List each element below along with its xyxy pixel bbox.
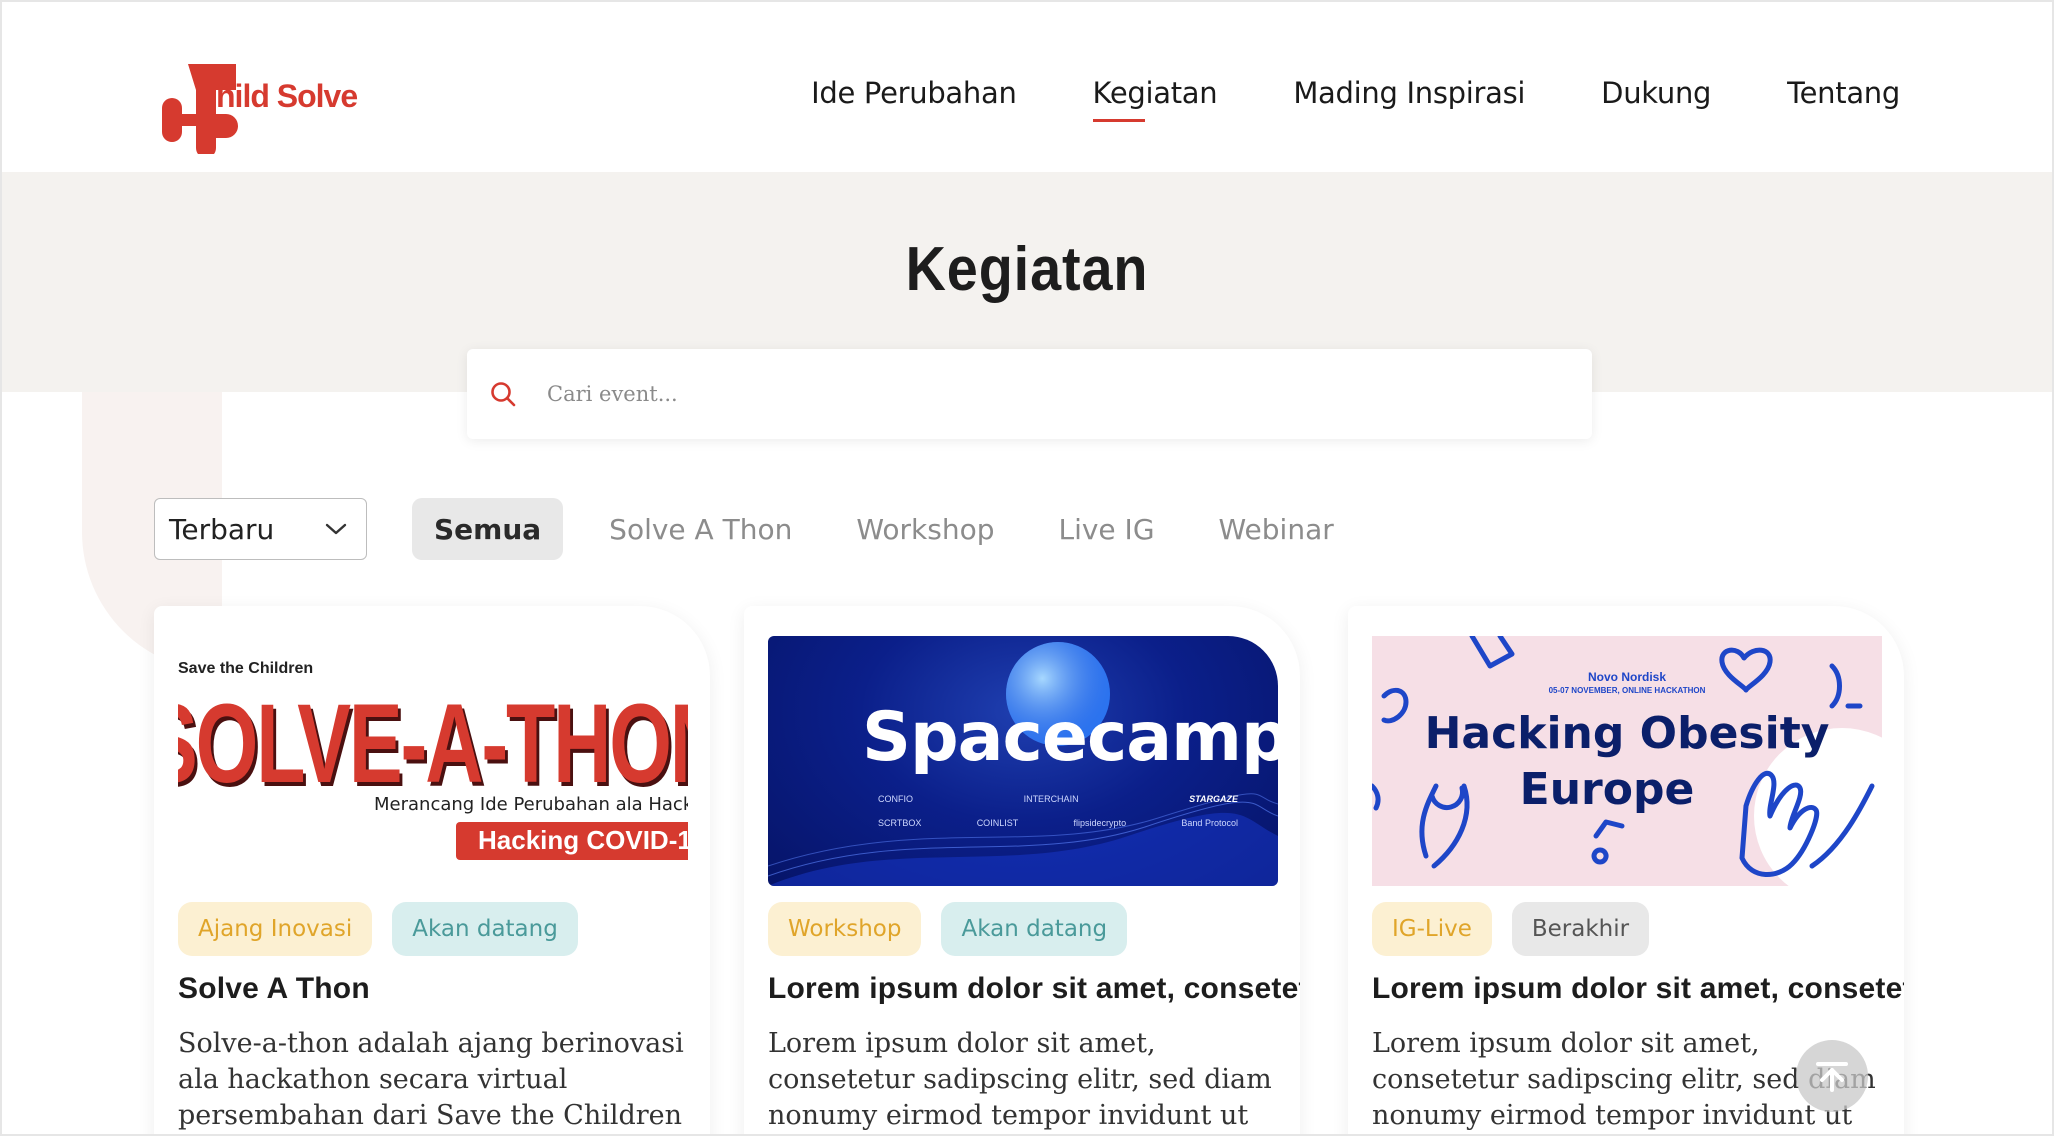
sponsor-logo: Band Protocol (1181, 818, 1238, 828)
tag-category[interactable]: Ajang Inovasi (178, 902, 373, 956)
sort-selected-value: Terbaru (169, 512, 275, 546)
tag-category[interactable]: IG-Live (1372, 902, 1492, 956)
search-input[interactable] (547, 382, 1592, 406)
filter-chip-workshop[interactable]: Workshop (834, 498, 1016, 560)
image-subtitle: Merancang Ide Perubahan ala Hackathon (374, 794, 688, 815)
nav-item-mading-inspirasi[interactable]: Mading Inspirasi (1293, 76, 1525, 110)
brand-logo[interactable]: hild Solve (154, 62, 394, 154)
filter-chip-live-ig[interactable]: Live IG (1036, 498, 1176, 560)
sponsor-logo: COINLIST (976, 818, 1019, 828)
image-headline-line-2: Europe (1519, 764, 1695, 815)
tag-status[interactable]: Akan datang (941, 902, 1128, 956)
search-icon[interactable] (489, 380, 517, 408)
image-headline: SOLVE-A-THON (178, 681, 688, 806)
sort-dropdown[interactable]: Terbaru (154, 498, 367, 560)
nav-item-kegiatan[interactable]: Kegiatan (1092, 76, 1218, 122)
card-description: Solve-a-thon adalah ajang berinovasi ala… (178, 1028, 684, 1131)
event-card-solve-a-thon[interactable]: Save the Children SOLVE-A-THON Merancang… (154, 606, 710, 1134)
card-tags: IG-Live Berakhir (1372, 902, 1650, 956)
tag-status[interactable]: Berakhir (1511, 902, 1650, 956)
filter-chip-solve-a-thon[interactable]: Solve A Thon (587, 498, 814, 560)
site-header: hild Solve Ide Perubahan Kegiatan Mading… (2, 2, 2052, 172)
main-nav: Ide Perubahan Kegiatan Mading Inspirasi … (811, 76, 1900, 122)
sponsor-logo: STARGAZE (1189, 794, 1238, 804)
image-org-label: Novo Nordisk (1587, 670, 1666, 684)
search-bar (467, 349, 1592, 439)
event-card-spacecamp[interactable]: Spacecamp CONFIO INTERCHAIN STARGAZE SCR… (744, 606, 1300, 1134)
filter-chip-webinar[interactable]: Webinar (1197, 498, 1356, 560)
sponsor-logo: SCRTBOX (878, 818, 922, 828)
tag-status[interactable]: Akan datang (392, 902, 578, 956)
card-title[interactable]: Lorem ipsum dolor sit amet, consetetur (1372, 972, 1904, 1006)
scroll-to-top-icon (1816, 1062, 1848, 1092)
image-org-label: Save the Children (178, 660, 314, 677)
nav-item-dukung[interactable]: Dukung (1601, 76, 1711, 110)
card-description: Lorem ipsum dolor sit amet, consetetur s… (768, 1028, 1272, 1131)
image-headline: Spacecamp (862, 698, 1278, 777)
chevron-down-icon (325, 523, 347, 535)
sponsor-row-1: CONFIO INTERCHAIN STARGAZE (878, 794, 1238, 804)
event-image-solve-a-thon[interactable]: Save the Children SOLVE-A-THON Merancang… (178, 636, 688, 886)
nav-item-tentang[interactable]: Tentang (1787, 76, 1900, 110)
card-title[interactable]: Lorem ipsum dolor sit amet, consetetur (768, 972, 1300, 1006)
sponsor-logo: CONFIO (878, 794, 913, 804)
image-headline-line-1: Hacking Obesity (1424, 708, 1830, 759)
card-title[interactable]: Solve A Thon (178, 972, 370, 1006)
card-tags: Workshop Akan datang (768, 902, 1128, 956)
nav-item-ide-perubahan[interactable]: Ide Perubahan (811, 76, 1017, 110)
sponsor-logo: flipsidecrypto (1073, 818, 1127, 828)
category-filters: Semua Solve A Thon Workshop Live IG Webi… (412, 498, 1376, 560)
event-image-spacecamp[interactable]: Spacecamp CONFIO INTERCHAIN STARGAZE SCR… (768, 636, 1278, 886)
image-banner-text: Hacking COVID-19 (478, 825, 688, 855)
image-date-label: 05-07 NOVEMBER, ONLINE HACKATHON (1548, 686, 1706, 695)
brand-name: hild Solve (216, 78, 358, 114)
event-image-hacking-obesity[interactable]: Novo Nordisk 05-07 NOVEMBER, ONLINE HACK… (1372, 636, 1882, 886)
tag-category[interactable]: Workshop (768, 902, 922, 956)
filter-chip-semua[interactable]: Semua (412, 498, 564, 560)
sponsor-row-2: SCRTBOX COINLIST flipsidecrypto Band Pro… (878, 818, 1238, 828)
page-title: Kegiatan (905, 235, 1149, 304)
sponsor-logo: INTERCHAIN (1023, 794, 1079, 804)
card-tags: Ajang Inovasi Akan datang (178, 902, 578, 956)
page-frame: hild Solve Ide Perubahan Kegiatan Mading… (0, 0, 2054, 1136)
scroll-to-top-button[interactable] (1796, 1040, 1868, 1112)
